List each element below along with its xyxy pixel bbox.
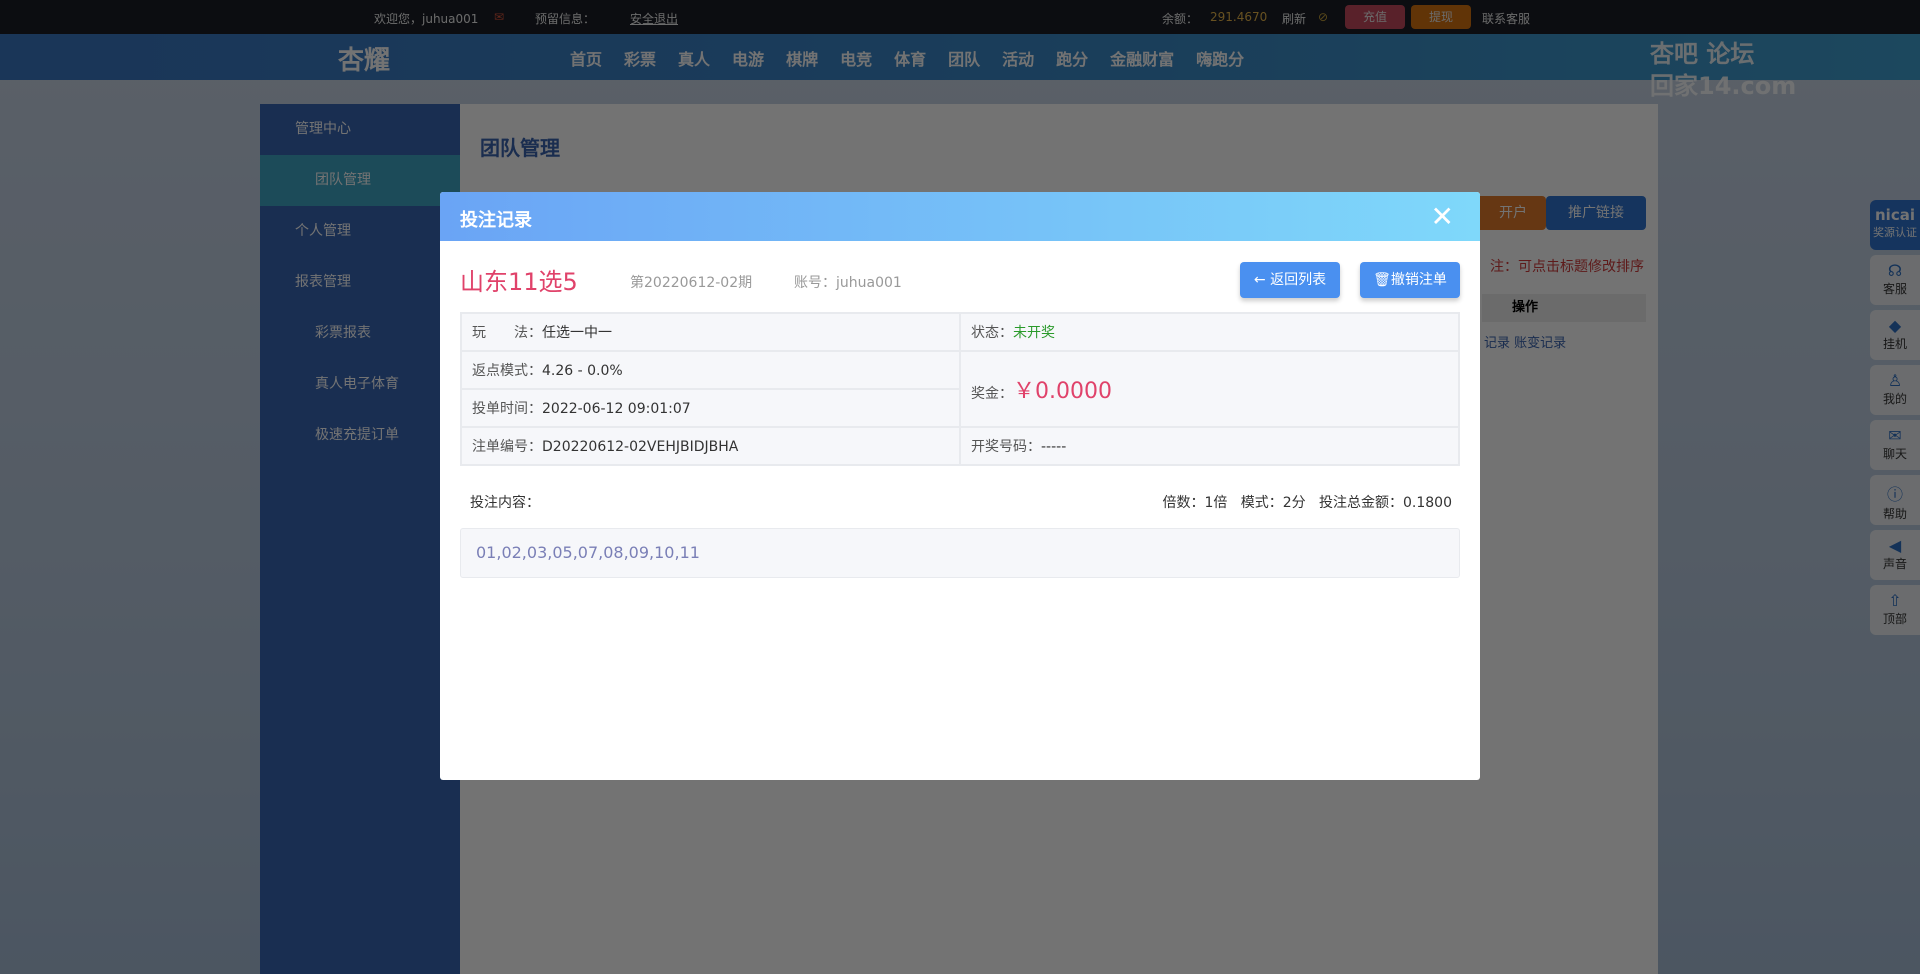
close-icon[interactable]: ✕: [1431, 200, 1454, 233]
refresh-button[interactable]: 刷新: [1282, 10, 1306, 27]
nav-slots[interactable]: 电游: [732, 46, 764, 70]
arrow-up-icon: ⇧: [1888, 591, 1902, 610]
sidebar-item-fast-orders[interactable]: 极速充提订单: [260, 410, 460, 461]
float-mine[interactable]: ♙ 我的: [1870, 365, 1920, 415]
main-nav: 杏耀 首页 彩票 真人 电游 棋牌 电竞 体育 团队 活动 跑分 金融财富 嗨跑…: [0, 34, 1920, 100]
bet-summary: 倍数：1倍 模式：2分 投注总金额：0.1800: [1162, 495, 1452, 511]
diamond-icon: ◆: [1888, 316, 1902, 335]
prize-amount: ￥0.0000: [1013, 379, 1112, 404]
bet-details-table: 玩 法：任选一中一 状态：未开奖 返点模式：4.26 - 0.0% 奖金：￥0.…: [460, 312, 1460, 466]
balance-label: 余额：: [1162, 12, 1199, 26]
reserved-info: 预留信息：: [535, 12, 596, 26]
info-icon: ⓘ: [1886, 485, 1903, 504]
sort-note: 注：可点击标题修改排序: [1490, 259, 1644, 275]
nav-live[interactable]: 真人: [678, 46, 710, 70]
balance-change-link[interactable]: 账变记录: [1514, 336, 1566, 351]
page-title: 团队管理: [480, 136, 560, 160]
float-support[interactable]: ☊ 客服: [1870, 255, 1920, 305]
float-top[interactable]: ⇧ 顶部: [1870, 585, 1920, 635]
balance-value: 291.4670: [1210, 10, 1268, 24]
user-icon: ♙: [1887, 371, 1903, 390]
nav-sports[interactable]: 体育: [894, 46, 926, 70]
withdraw-button[interactable]: 提现: [1411, 5, 1471, 29]
sidebar-header-reports[interactable]: 报表管理: [260, 257, 460, 308]
nicai-badge[interactable]: nicai 奖源认证: [1870, 200, 1920, 250]
right-float-bar: nicai 奖源认证 ☊ 客服 ◆ 挂机 ♙ 我的 ✉ 聊天 ⓘ 帮助 ◀ 声音 ⇧ 顶部: [1870, 200, 1920, 640]
modal-title: 投注记录: [460, 210, 532, 231]
speaker-icon: ◀: [1888, 536, 1902, 555]
modal-header: 投注记录 ✕: [440, 192, 1480, 241]
bet-record-modal: 投注记录 ✕ 山东11选5 第20220612-02期 账号：juhua001 ←…: [440, 192, 1480, 780]
col-action: 操作: [1482, 294, 1646, 322]
bet-time: 2022-06-12 09:01:07: [542, 401, 691, 417]
float-chat[interactable]: ✉ 聊天: [1870, 420, 1920, 470]
bet-content-label: 投注内容：: [470, 495, 540, 511]
mail-icon[interactable]: ✉: [494, 10, 504, 24]
nav-esports[interactable]: 电竞: [840, 46, 872, 70]
sidebar-header-personal[interactable]: 个人管理: [260, 206, 460, 257]
sidebar-item-lottery-report[interactable]: 彩票报表: [260, 308, 460, 359]
top-bar: 欢迎您，juhua001 ✉ 预留信息： 安全退出 余额： 291.4670 刷…: [0, 0, 1920, 34]
float-help[interactable]: ⓘ 帮助: [1870, 475, 1920, 525]
float-hangup[interactable]: ◆ 挂机: [1870, 310, 1920, 360]
logout-link[interactable]: 安全退出: [630, 10, 678, 27]
bet-numbers: 01,02,03,05,07,08,09,10,11: [460, 528, 1460, 578]
issue-number: 第20220612-02期: [630, 275, 753, 291]
back-to-list-button[interactable]: ← 返回列表: [1240, 262, 1340, 298]
support-link[interactable]: 联系客服: [1482, 10, 1530, 27]
lottery-name: 山东11选5: [460, 268, 578, 296]
status-value: 未开奖: [1013, 325, 1055, 341]
nav-cards[interactable]: 棋牌: [786, 46, 818, 70]
sidebar-item-live-report[interactable]: 真人电子体育: [260, 359, 460, 410]
order-number: D20220612-02VEHJBIDJBHA: [542, 439, 739, 455]
promo-link-button[interactable]: 推广链接: [1546, 196, 1646, 230]
nav-finance[interactable]: 金融财富: [1110, 46, 1174, 70]
eye-icon[interactable]: ⊘: [1318, 10, 1328, 24]
recharge-button[interactable]: 充值: [1345, 5, 1405, 29]
nav-hipao[interactable]: 嗨跑分: [1196, 46, 1244, 70]
draw-numbers: -----: [1041, 439, 1067, 455]
nav-paofen[interactable]: 跑分: [1056, 46, 1088, 70]
headset-icon: ☊: [1887, 261, 1903, 280]
float-sound[interactable]: ◀ 声音: [1870, 530, 1920, 580]
rebate-mode: 4.26 - 0.0%: [542, 363, 623, 379]
play-type: 任选一中一: [542, 325, 612, 341]
sidebar: 管理中心 团队管理 个人管理 报表管理 彩票报表 真人电子体育 极速充提订单: [260, 104, 460, 974]
chat-icon: ✉: [1888, 426, 1902, 445]
record-link[interactable]: 记录: [1484, 336, 1510, 351]
logo[interactable]: 杏耀: [338, 40, 390, 77]
account: 账号：juhua001: [794, 275, 902, 291]
sidebar-header-admin[interactable]: 管理中心: [260, 104, 460, 155]
cancel-bet-button[interactable]: 🗑撤销注单: [1360, 262, 1460, 298]
nav-team[interactable]: 团队: [948, 46, 980, 70]
welcome-text: 欢迎您，juhua001: [374, 12, 479, 26]
nav-home[interactable]: 首页: [570, 46, 602, 70]
watermark: 杏吧 论坛 回家14.com: [1650, 40, 1797, 100]
sidebar-item-team[interactable]: 团队管理: [260, 155, 460, 206]
nav-lottery[interactable]: 彩票: [624, 46, 656, 70]
nav-events[interactable]: 活动: [1002, 46, 1034, 70]
